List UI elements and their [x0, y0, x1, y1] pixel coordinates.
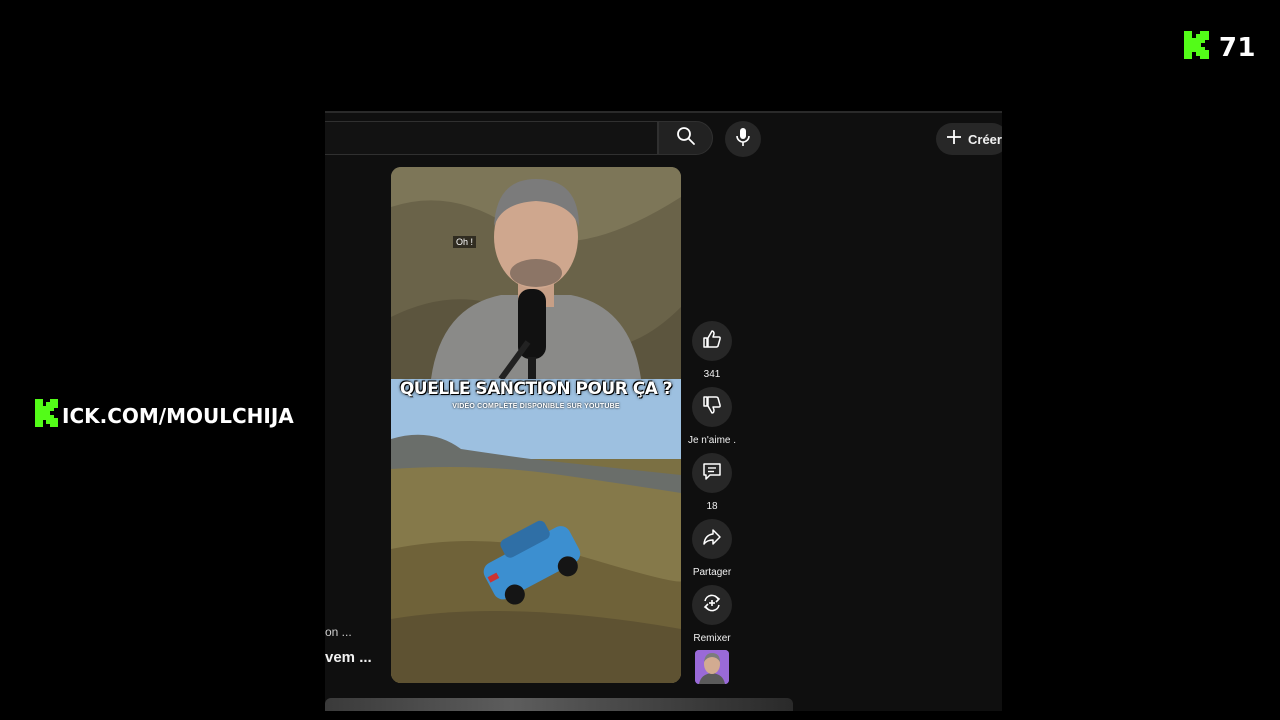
share-button[interactable]	[692, 519, 732, 559]
short-video-player[interactable]: Oh ! QUELLE SANCTION POUR ÇA ? VIDÉO COM…	[391, 167, 681, 683]
create-button[interactable]: Créer	[936, 123, 1002, 155]
comment-button[interactable]	[692, 453, 732, 493]
thumbs-down-icon	[702, 395, 722, 420]
share-icon	[702, 527, 722, 552]
video-headline: QUELLE SANCTION POUR ÇA ?	[399, 379, 673, 399]
search-input[interactable]	[325, 121, 658, 155]
thumbs-up-icon	[702, 329, 722, 354]
search-icon	[676, 126, 696, 151]
comment-count: 18	[706, 501, 718, 512]
remix-button[interactable]	[692, 585, 732, 625]
subtitle-caption: Oh !	[453, 236, 477, 248]
like-button[interactable]	[692, 321, 732, 361]
youtube-shorts-window: Créer on ... vem ... Oh ! QUELLE SANCTIO…	[325, 111, 1002, 711]
webcam-frame: Oh !	[391, 167, 681, 381]
comment-icon	[702, 461, 722, 486]
kick-logo-icon	[1183, 30, 1211, 65]
kick-k-icon	[34, 398, 60, 433]
remix-action: Remixer	[687, 585, 737, 644]
like-action: 341	[687, 321, 737, 380]
comment-action: 18	[687, 453, 737, 512]
channel-url: ICK.COM/MOULCHIJA	[34, 398, 294, 433]
video-subline: VIDÉO COMPLÈTE DISPONIBLE SUR YOUTUBE	[452, 403, 620, 410]
gameplay-frame	[391, 379, 681, 683]
viewer-badge: 71	[1183, 30, 1256, 65]
next-short-preview[interactable]	[325, 698, 793, 711]
dislike-label: Je n'aime .	[687, 435, 737, 446]
like-count: 341	[703, 369, 721, 380]
voice-search-button[interactable]	[725, 121, 761, 157]
share-action: Partager	[687, 519, 737, 578]
remix-label: Remixer	[693, 633, 731, 644]
previous-short-meta[interactable]: on ...	[325, 625, 352, 639]
create-label: Créer	[968, 131, 1002, 147]
mic-icon	[734, 127, 752, 152]
share-label: Partager	[692, 567, 732, 578]
remix-icon	[701, 592, 723, 619]
channel-url-text: ICK.COM/MOULCHIJA	[62, 403, 294, 428]
previous-short-title[interactable]: vem ...	[325, 649, 372, 666]
viewer-count: 71	[1218, 32, 1256, 63]
dislike-button[interactable]	[692, 387, 732, 427]
dislike-action: Je n'aime .	[687, 387, 737, 446]
plus-icon	[946, 129, 962, 150]
channel-avatar[interactable]	[695, 650, 729, 684]
search-button[interactable]	[658, 121, 713, 155]
